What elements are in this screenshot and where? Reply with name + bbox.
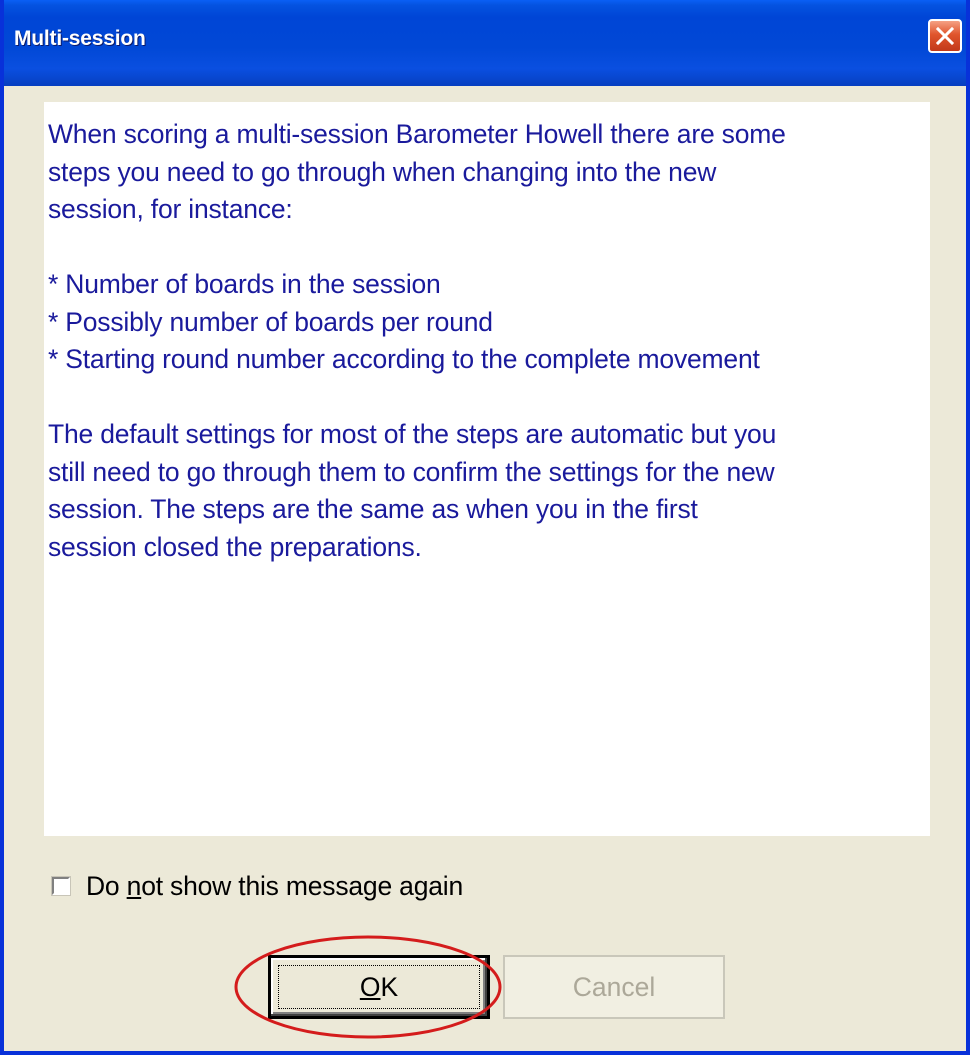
title-bar[interactable]: Multi-session <box>4 0 966 86</box>
dont-show-again-label[interactable]: Do not show this message again <box>86 871 463 902</box>
ok-button[interactable]: OK <box>268 955 490 1019</box>
dialog-window: Multi-session When scoring a multi-sessi… <box>0 0 970 1055</box>
dont-show-again-option[interactable]: Do not show this message again <box>51 868 463 904</box>
close-button[interactable] <box>928 19 962 53</box>
message-text: When scoring a multi-session Barometer H… <box>48 119 786 562</box>
message-panel: When scoring a multi-session Barometer H… <box>44 102 930 836</box>
window-title: Multi-session <box>14 27 146 50</box>
focus-indicator <box>278 965 480 1009</box>
close-icon <box>936 27 954 45</box>
cancel-button: Cancel <box>503 955 725 1019</box>
cancel-button-label: Cancel <box>572 971 656 1002</box>
dont-show-again-checkbox[interactable] <box>51 876 71 896</box>
